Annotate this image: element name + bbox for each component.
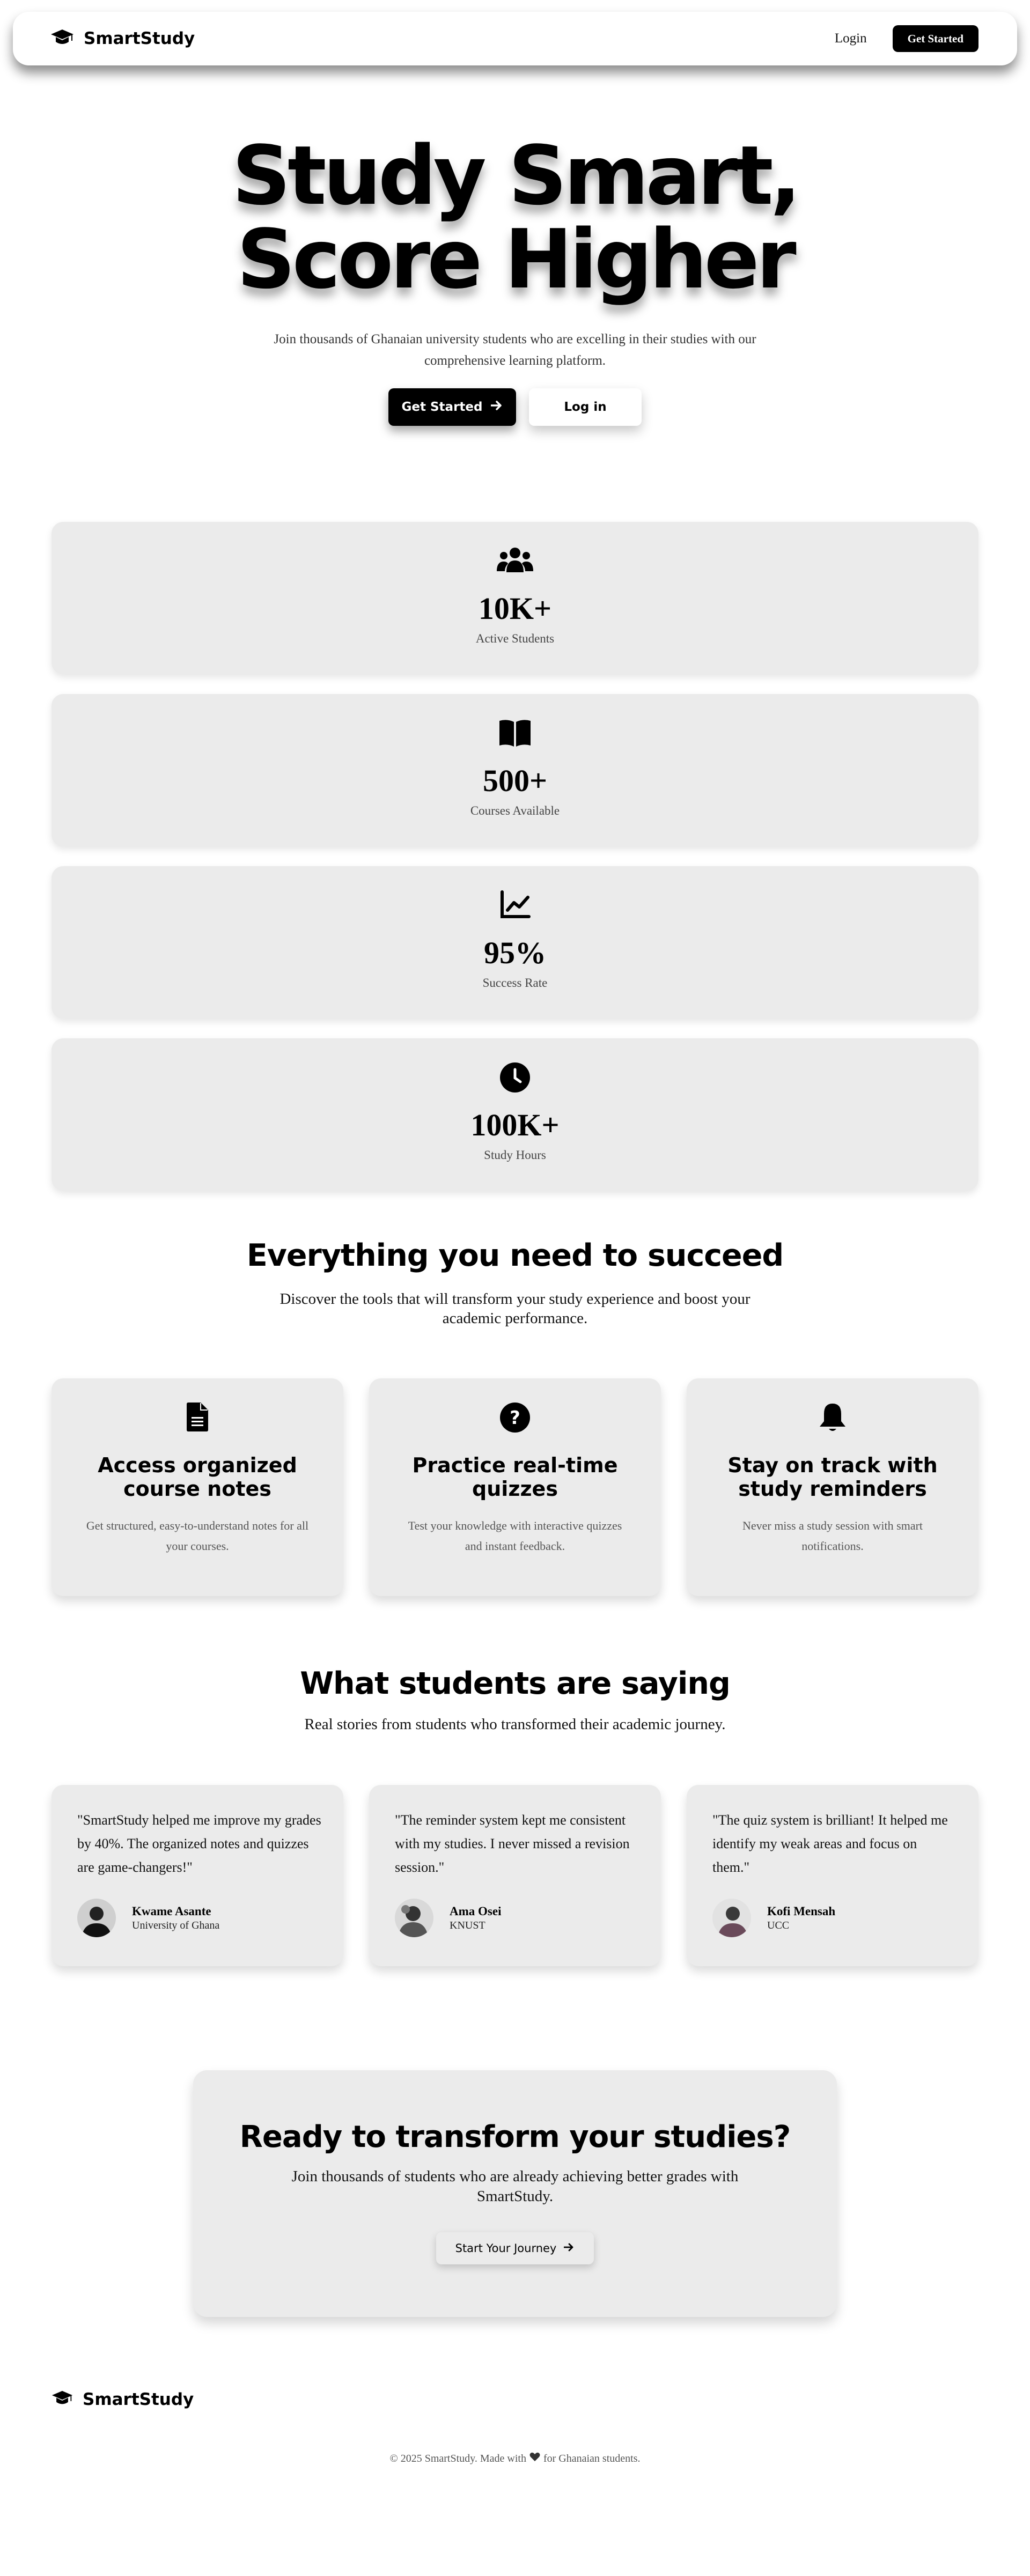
feature-title: Access organized course notes bbox=[98, 1453, 297, 1501]
testimonial-name: Kwame Asante bbox=[132, 1904, 211, 1918]
question-circle-icon: ? bbox=[369, 1402, 661, 1433]
features-subtitle: Discover the tools that will transform y… bbox=[279, 1290, 751, 1327]
features-title: Everything you need to succeed bbox=[246, 1238, 784, 1273]
feature-desc: Never miss a study session with smart no… bbox=[742, 1519, 923, 1553]
stat-card: 95% Success Rate bbox=[52, 866, 979, 1018]
chart-line-icon bbox=[52, 890, 979, 920]
copyright-text-end: for Ghanaian students. bbox=[543, 2452, 641, 2464]
stat-card: 500+ Courses Available bbox=[52, 694, 979, 846]
users-icon bbox=[52, 545, 979, 575]
hero-title: Study Smart, Score Higher bbox=[0, 134, 1030, 301]
start-journey-button[interactable]: Start Your Journey bbox=[436, 2232, 594, 2264]
file-text-icon bbox=[52, 1402, 343, 1432]
testimonial-author: Kofi Mensah UCC bbox=[712, 1899, 835, 1937]
stat-value: 500+ bbox=[482, 763, 548, 798]
avatar bbox=[712, 1899, 751, 1937]
brand-logo[interactable]: SmartStudy bbox=[50, 28, 195, 49]
graduation-cap-icon bbox=[50, 28, 74, 49]
feature-card: Stay on track with study reminders Never… bbox=[687, 1378, 979, 1596]
top-navbar: SmartStudy Login Get Started bbox=[13, 12, 1017, 65]
footer-brand[interactable]: SmartStudy bbox=[52, 2390, 194, 2409]
stat-card: 100K+ Study Hours bbox=[52, 1038, 979, 1191]
testimonial-school: University of Ghana bbox=[132, 1919, 220, 1931]
stat-label: Courses Available bbox=[470, 804, 560, 817]
hero-get-started-button[interactable]: Get Started bbox=[388, 388, 516, 426]
testimonial-card: "The reminder system kept me consistent … bbox=[369, 1785, 661, 1966]
testimonials-title: What students are saying bbox=[300, 1666, 731, 1701]
stat-value: 100K+ bbox=[470, 1108, 560, 1142]
avatar bbox=[395, 1899, 433, 1937]
bell-icon bbox=[687, 1402, 979, 1433]
feature-title: Stay on track with study reminders bbox=[727, 1453, 938, 1501]
testimonial-quote: "The reminder system kept me consistent … bbox=[395, 1812, 630, 1875]
feature-title: Practice real-time quizzes bbox=[412, 1453, 618, 1501]
stat-label: Study Hours bbox=[484, 1148, 546, 1162]
cta-subtitle: Join thousands of students who are alrea… bbox=[291, 2168, 739, 2205]
start-journey-label: Start Your Journey bbox=[455, 2242, 557, 2255]
clock-icon bbox=[52, 1062, 979, 1093]
svg-text:?: ? bbox=[510, 1407, 520, 1429]
arrow-right-icon bbox=[490, 400, 503, 414]
feature-card: Access organized course notes Get struct… bbox=[52, 1378, 343, 1596]
testimonial-card: "The quiz system is brilliant! It helped… bbox=[687, 1785, 979, 1966]
testimonial-name: Kofi Mensah bbox=[767, 1904, 836, 1918]
arrow-right-icon bbox=[563, 2242, 575, 2255]
cta-section: Ready to transform your studies? Join th… bbox=[193, 2070, 837, 2317]
footer-brand-name: SmartStudy bbox=[83, 2390, 194, 2409]
stat-card: 10K+ Active Students bbox=[52, 522, 979, 674]
footer-copyright: © 2025 SmartStudy. Made with for Ghanaia… bbox=[0, 2452, 1030, 2465]
graduation-cap-icon bbox=[52, 2390, 73, 2409]
cta-title: Ready to transform your studies? bbox=[239, 2120, 791, 2154]
brand-name: SmartStudy bbox=[84, 29, 195, 48]
stat-label: Active Students bbox=[475, 632, 555, 645]
hero-get-started-label: Get Started bbox=[401, 400, 483, 414]
nav-get-started-button[interactable]: Get Started bbox=[892, 25, 979, 52]
stat-value: 95% bbox=[484, 935, 546, 970]
testimonial-name: Ama Osei bbox=[450, 1904, 502, 1918]
testimonial-author: Kwame Asante University of Ghana bbox=[77, 1899, 219, 1937]
avatar bbox=[77, 1899, 116, 1937]
hero-login-button[interactable]: Log in bbox=[529, 388, 642, 426]
hero-actions: Get Started Log in bbox=[0, 388, 1030, 426]
book-open-icon bbox=[52, 718, 979, 748]
testimonials-subtitle: Real stories from students who transform… bbox=[304, 1716, 726, 1733]
hero-title-line1: Study Smart, bbox=[232, 128, 801, 223]
testimonial-author: Ama Osei KNUST bbox=[395, 1899, 501, 1937]
testimonial-school: UCC bbox=[767, 1919, 790, 1931]
testimonial-card: "SmartStudy helped me improve my grades … bbox=[52, 1785, 343, 1966]
stat-value: 10K+ bbox=[478, 591, 552, 626]
heart-icon bbox=[529, 2452, 540, 2465]
testimonial-quote: "SmartStudy helped me improve my grades … bbox=[77, 1812, 321, 1875]
feature-card: ? Practice real-time quizzes Test your k… bbox=[369, 1378, 661, 1596]
nav-login-link[interactable]: Login bbox=[835, 31, 867, 46]
testimonial-school: KNUST bbox=[450, 1919, 485, 1931]
testimonial-quote: "The quiz system is brilliant! It helped… bbox=[712, 1812, 948, 1875]
hero-subtitle: Join thousands of Ghanaian university st… bbox=[274, 332, 756, 368]
feature-desc: Test your knowledge with interactive qui… bbox=[408, 1519, 622, 1553]
hero-title-line2: Score Higher bbox=[237, 212, 796, 307]
copyright-text: © 2025 SmartStudy. Made with bbox=[389, 2452, 526, 2464]
stat-label: Success Rate bbox=[482, 976, 548, 990]
feature-desc: Get structured, easy-to-understand notes… bbox=[86, 1519, 309, 1553]
